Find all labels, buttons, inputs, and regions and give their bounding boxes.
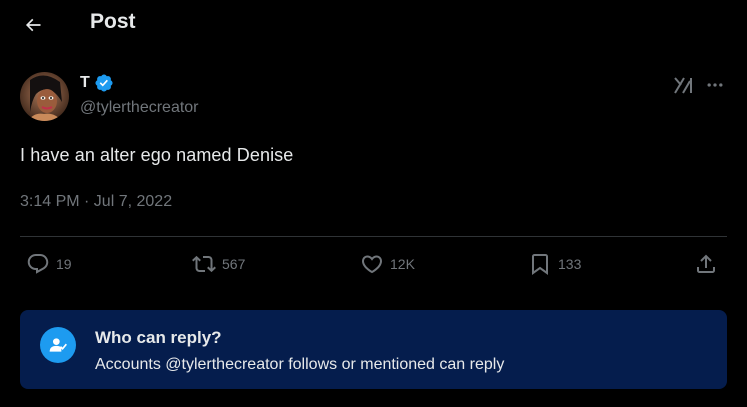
- reply-icon: [27, 254, 49, 274]
- bookmark-button[interactable]: 133: [528, 252, 581, 276]
- heart-icon: [361, 255, 383, 274]
- back-button[interactable]: [16, 8, 50, 42]
- avatar[interactable]: [20, 72, 69, 121]
- like-count: 12K: [390, 256, 415, 272]
- grok-icon: [674, 77, 692, 94]
- tweet-timestamp[interactable]: 3:14 PM · Jul 7, 2022: [20, 193, 172, 211]
- reply-restriction-badge: [40, 327, 76, 363]
- action-bar: 19 567 12K 133: [20, 250, 727, 282]
- reply-count: 19: [56, 256, 72, 272]
- reply-restriction-card: Who can reply? Accounts @tylerthecreator…: [20, 310, 727, 389]
- author-handle[interactable]: @tylerthecreator: [80, 99, 199, 117]
- tweet-text: I have an alter ego named Denise: [20, 145, 294, 165]
- name-line: T: [80, 73, 114, 93]
- more-options-button[interactable]: [704, 74, 726, 96]
- like-button[interactable]: 12K: [360, 252, 415, 276]
- share-button[interactable]: [694, 252, 718, 276]
- share-icon: [697, 254, 715, 273]
- grok-button[interactable]: [672, 74, 694, 96]
- page-title: Post: [90, 10, 136, 33]
- reply-restriction-subtitle: Accounts @tylerthecreator follows or men…: [95, 356, 505, 373]
- author-row: T @tylerthecreator: [20, 72, 730, 124]
- repost-count: 567: [222, 256, 246, 272]
- divider: [20, 236, 727, 237]
- bookmark-count: 133: [558, 256, 582, 272]
- more-dots-icon: [707, 83, 723, 87]
- reply-button[interactable]: 19: [26, 252, 72, 276]
- repost-button[interactable]: 567: [192, 252, 245, 276]
- person-check-icon: [49, 338, 67, 352]
- bookmark-icon: [532, 254, 548, 275]
- verified-badge-icon[interactable]: [94, 73, 114, 93]
- repost-icon: [192, 255, 216, 273]
- avatar-image: [20, 72, 69, 121]
- arrow-left-icon: [25, 18, 41, 32]
- page-header: Post: [0, 0, 747, 50]
- reply-restriction-title: Who can reply?: [95, 328, 222, 347]
- display-name[interactable]: T: [80, 74, 90, 92]
